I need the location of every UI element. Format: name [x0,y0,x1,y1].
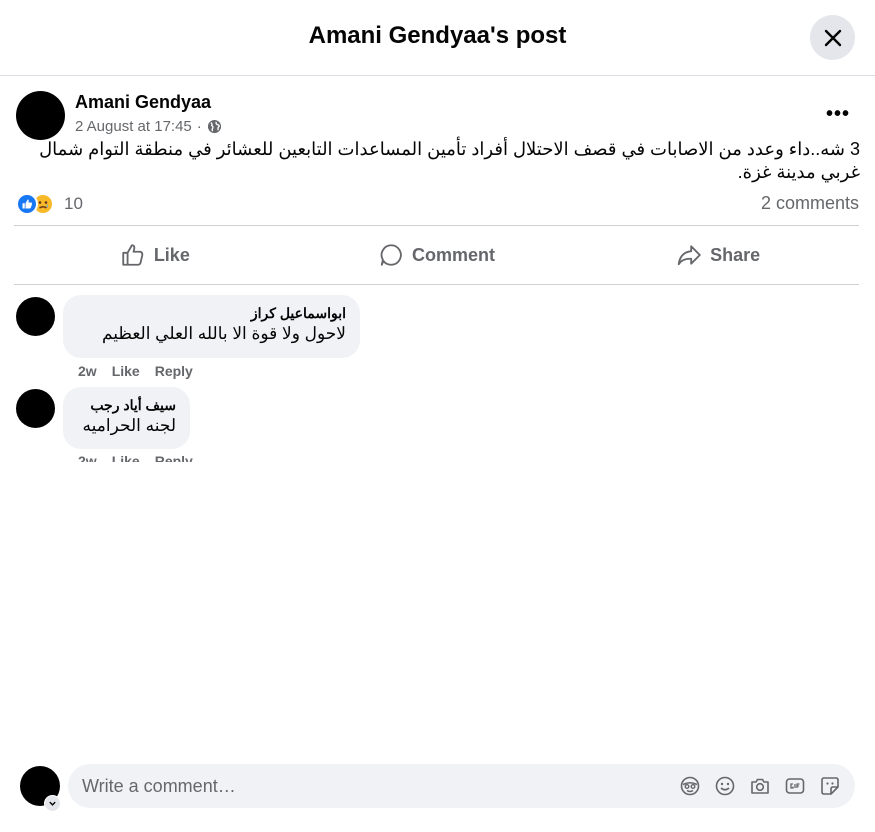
like-button[interactable]: Like [14,226,296,284]
commenter-avatar[interactable] [16,297,55,336]
commenter-avatar[interactable] [16,389,55,428]
comment-time[interactable]: 2w [78,453,97,462]
comment-reply-button[interactable]: Reply [155,453,193,462]
composer-tools [679,775,841,797]
share-arrow-icon [677,245,701,266]
comment-text: لاحول ولا قوة الا بالله العلي العظيم [101,324,346,343]
emoji-button[interactable] [714,775,736,797]
comments-count-link[interactable]: 2 comments [761,193,859,214]
profile-switcher-button[interactable] [44,795,61,812]
dialog-header: Amani Gendyaa's post [0,0,875,76]
post-action-bar: Like Comment Share [14,225,859,285]
share-label: Share [710,244,761,265]
comment-like-button[interactable]: Like [112,453,140,462]
comment-time[interactable]: 2w [78,363,97,379]
comment-reply-button[interactable]: Reply [155,363,193,379]
commenter-name[interactable]: ابواسماعيل كراز [77,304,346,323]
reaction-count: 10 [64,194,83,213]
comment-bubble: ابواسماعيل كراز لاحول ولا قوة الا بالله … [63,295,360,358]
camera-icon [751,778,769,794]
like-reaction-icon [16,193,38,215]
share-button[interactable]: Share [577,226,859,284]
dialog-title: Amani Gendyaa's post [308,22,567,49]
gif-icon [785,778,805,794]
comment-label: Comment [412,244,496,265]
commenter-name[interactable]: سيف أياد رجب [77,396,176,415]
close-icon [824,29,841,46]
comment-actions: 2w Like Reply [78,453,193,462]
chevron-down-icon [49,801,56,806]
comments-scroll-area: سيف أياد رجب لجنه الحراميه 2w Like Reply [0,380,875,462]
comment-composer [68,764,855,808]
sticker-icon [821,777,839,795]
globe-icon [207,119,221,134]
comment-text: لجنه الحراميه [82,416,176,435]
comment-actions: 2w Like Reply [78,363,193,379]
author-name[interactable]: Amani Gendyaa [75,92,211,113]
comment-button[interactable]: Comment [296,226,578,284]
avatar-sticker-button[interactable] [679,775,701,797]
comment-like-button[interactable]: Like [112,363,140,379]
comment-bubble: سيف أياد رجب لجنه الحراميه [63,387,190,449]
gif-button[interactable] [784,775,806,797]
comment-input[interactable] [82,775,679,797]
photo-button[interactable] [749,775,771,797]
post-timestamp[interactable]: 2 August at 17:45 [75,118,192,135]
close-button[interactable] [810,15,855,60]
reactions-summary[interactable]: 10 [16,193,83,215]
more-options-button[interactable]: ••• [818,98,858,130]
author-avatar[interactable] [16,91,65,140]
meta-separator: · [196,118,202,135]
avatar-sticker-icon [680,776,700,796]
post-meta: 2 August at 17:45 · [75,118,222,135]
post-text: 3 شه..داء وعدد من الاصابات في قصف الاحتل… [39,139,860,182]
thumbs-up-icon [122,244,144,266]
sticker-button[interactable] [819,775,841,797]
like-label: Like [153,244,190,265]
emoji-icon [715,776,735,796]
comment-bubble-icon [380,244,402,266]
